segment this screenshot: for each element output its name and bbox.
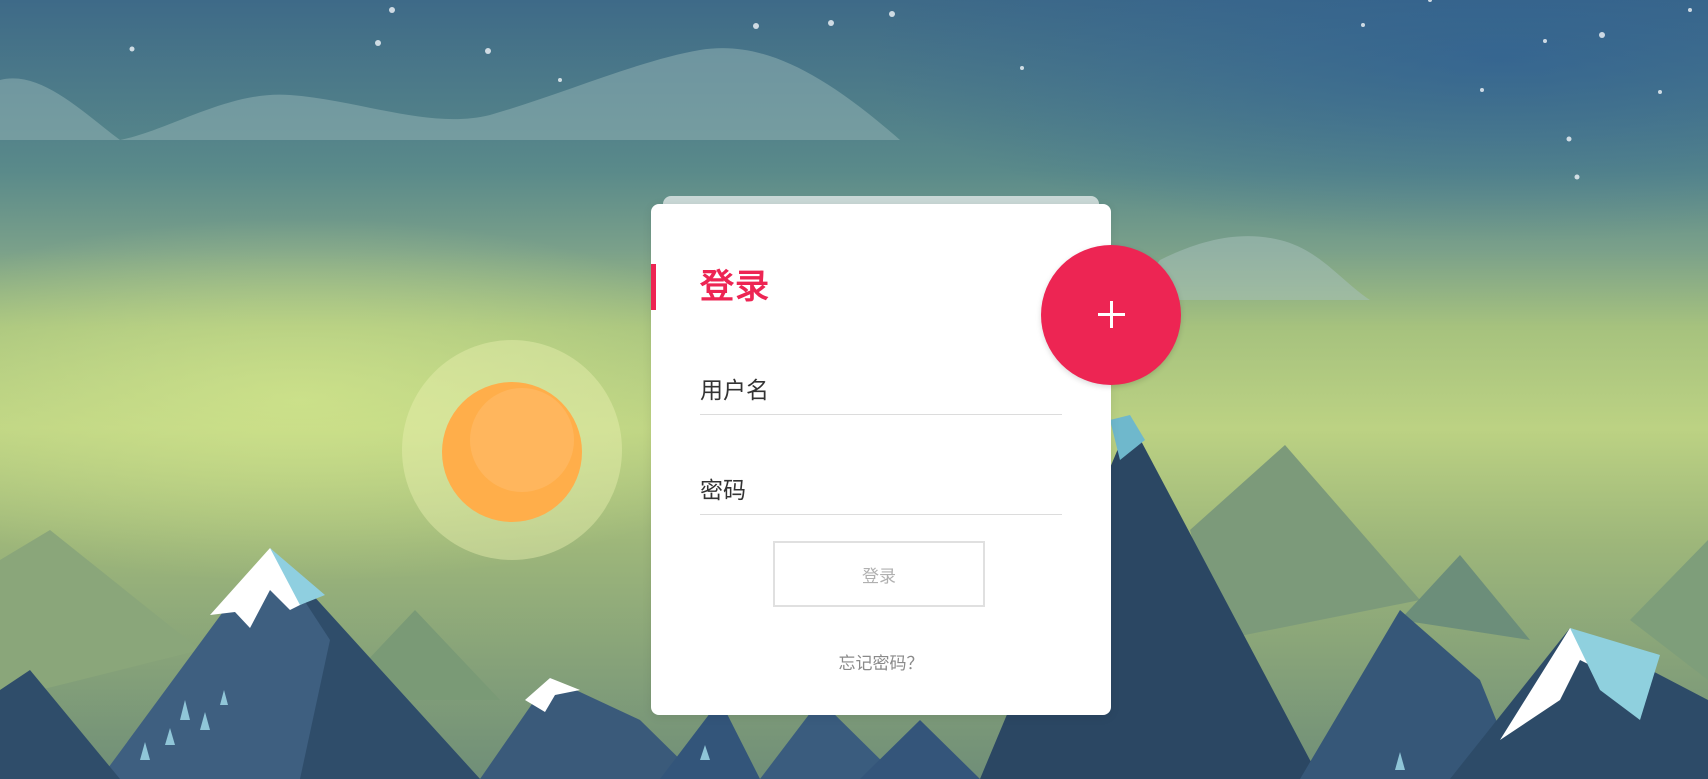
login-card: 登录 登录 忘记密码？	[651, 204, 1111, 715]
forgot-password-link[interactable]: 忘记密码？	[651, 649, 1111, 674]
background-scene: 登录 登录 忘记密码？	[0, 0, 1708, 779]
password-input[interactable]	[700, 478, 1062, 504]
username-field	[700, 354, 1062, 415]
register-toggle-button[interactable]	[1041, 245, 1181, 385]
login-title: 登录	[700, 267, 770, 307]
title-accent-bar	[651, 264, 656, 310]
stars	[129, 0, 1692, 180]
cloud-left	[0, 48, 900, 140]
login-button[interactable]: 登录	[773, 541, 985, 607]
username-input[interactable]	[700, 378, 1062, 404]
password-field	[700, 454, 1062, 515]
